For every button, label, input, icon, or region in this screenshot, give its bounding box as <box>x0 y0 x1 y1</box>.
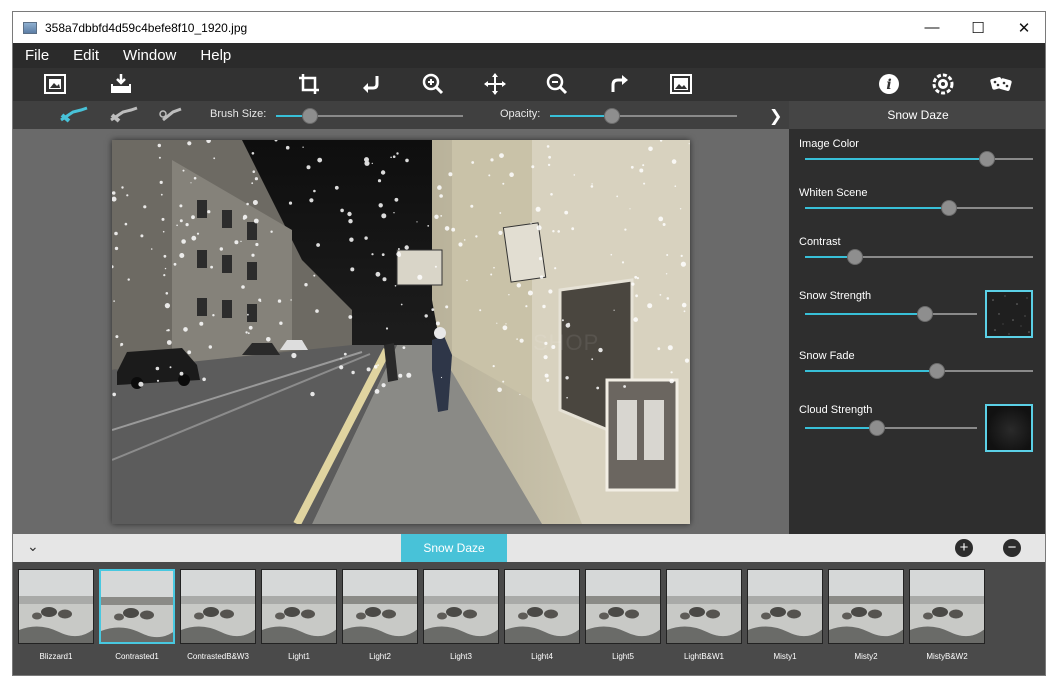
canvas-area[interactable]: SHOP <box>13 129 789 534</box>
dice-icon[interactable] <box>987 71 1015 97</box>
preset-category-tab[interactable]: Snow Daze <box>401 534 507 562</box>
preset-thumbnail[interactable] <box>18 569 94 644</box>
info-icon[interactable]: i <box>875 71 903 97</box>
preset-thumbnails: Blizzard1 Contrasted1 ContrastedB&W3 Light1… <box>13 562 1045 675</box>
preset-thumbnail[interactable] <box>585 569 661 644</box>
remove-preset-icon[interactable]: − <box>1003 539 1021 557</box>
preset-label: Misty1 <box>773 652 797 661</box>
preset-thumbnail[interactable] <box>342 569 418 644</box>
param-label: Snow Strength <box>799 290 872 302</box>
brush-erase-icon[interactable] <box>109 106 139 124</box>
slider-knob[interactable] <box>917 306 934 322</box>
slider-knob[interactable] <box>301 108 318 124</box>
param-label: Contrast <box>799 236 841 248</box>
app-icon <box>23 21 37 34</box>
adjustment-panel: Image Color Whiten Scene Contrast Snow S… <box>789 129 1045 534</box>
crop-icon[interactable] <box>295 71 323 97</box>
param-label: Cloud Strength <box>799 404 873 416</box>
open-image-icon[interactable] <box>41 71 69 97</box>
minimize-button[interactable]: — <box>909 12 955 43</box>
brush-reset-icon[interactable] <box>157 106 187 124</box>
maximize-button[interactable]: ☐ <box>955 12 1001 43</box>
slider-knob[interactable] <box>940 200 957 216</box>
preset-label: Light2 <box>369 652 391 661</box>
chevron-down-icon[interactable]: ⌄ <box>27 538 39 555</box>
fit-image-icon[interactable] <box>667 71 695 97</box>
snow-texture-swatch[interactable] <box>985 290 1033 338</box>
redo-icon[interactable] <box>605 71 633 97</box>
brush-size-slider[interactable] <box>276 108 463 124</box>
undo-icon[interactable] <box>357 71 385 97</box>
menu-file[interactable]: File <box>25 47 49 64</box>
param-label: Whiten Scene <box>799 187 868 199</box>
image-color-slider[interactable] <box>805 151 1033 167</box>
slider-knob[interactable] <box>929 363 946 379</box>
opacity-slider[interactable] <box>550 108 737 124</box>
panel-title: Snow Daze <box>789 101 1045 129</box>
close-button[interactable]: ✕ <box>1001 12 1045 43</box>
preset-thumbnail[interactable] <box>423 569 499 644</box>
preset-label: LightB&W1 <box>683 652 725 661</box>
menu-help[interactable]: Help <box>200 47 231 64</box>
preset-thumbnail[interactable] <box>666 569 742 644</box>
preset-thumbnail[interactable] <box>99 569 175 644</box>
preset-thumbnail[interactable] <box>180 569 256 644</box>
zoom-out-icon[interactable] <box>543 71 571 97</box>
zoom-in-icon[interactable] <box>419 71 447 97</box>
add-preset-icon[interactable]: + <box>955 539 973 557</box>
preset-thumbnail[interactable] <box>909 569 985 644</box>
brush-paint-icon[interactable] <box>59 106 89 124</box>
svg-text:i: i <box>886 77 891 93</box>
brush-bar: Brush Size: Opacity: ❯ <box>13 101 789 129</box>
brush-size-label: Brush Size: <box>210 108 267 120</box>
preset-label: Misty2 <box>854 652 878 661</box>
preset-label: Contrasted1 <box>115 652 159 661</box>
preset-label: MistyB&W2 <box>926 652 968 661</box>
param-label: Snow Fade <box>799 350 855 362</box>
title-bar: 358a7dbbfd4d59c4befe8f10_1920.jpg — ☐ ✕ <box>13 12 1045 43</box>
preset-label: ContrastedB&W3 <box>187 652 249 661</box>
slider-knob[interactable] <box>847 249 864 265</box>
chevron-right-icon[interactable]: ❯ <box>769 106 782 126</box>
snow-strength-slider[interactable] <box>805 306 977 322</box>
toolbar: i <box>13 68 1045 101</box>
slider-knob[interactable] <box>603 108 620 124</box>
preset-label: Light3 <box>450 652 472 661</box>
preset-label: Light5 <box>612 652 634 661</box>
slider-knob[interactable] <box>869 420 886 436</box>
watermark: SHOP <box>533 330 600 355</box>
save-icon[interactable] <box>107 71 135 97</box>
preset-label: Light4 <box>531 652 553 661</box>
snow-fade-slider[interactable] <box>805 363 1033 379</box>
preset-thumbnail[interactable] <box>261 569 337 644</box>
opacity-label: Opacity: <box>500 108 541 120</box>
preset-thumbnail[interactable] <box>504 569 580 644</box>
preset-label: Light1 <box>288 652 310 661</box>
whiten-scene-slider[interactable] <box>805 200 1033 216</box>
menu-edit[interactable]: Edit <box>73 47 99 64</box>
menu-window[interactable]: Window <box>123 47 176 64</box>
preset-thumbnail[interactable] <box>828 569 904 644</box>
cloud-strength-slider[interactable] <box>805 420 977 436</box>
move-icon[interactable] <box>481 71 509 97</box>
contrast-slider[interactable] <box>805 249 1033 265</box>
param-label: Image Color <box>799 138 859 150</box>
window-title: 358a7dbbfd4d59c4befe8f10_1920.jpg <box>45 20 248 35</box>
edited-photo[interactable] <box>112 140 690 524</box>
settings-icon[interactable] <box>929 71 957 97</box>
app-window: 358a7dbbfd4d59c4befe8f10_1920.jpg — ☐ ✕ … <box>12 11 1046 676</box>
menu-bar: File Edit Window Help <box>13 43 1045 68</box>
slider-knob[interactable] <box>979 151 996 167</box>
preset-thumbnail[interactable] <box>747 569 823 644</box>
preset-label: Blizzard1 <box>39 652 73 661</box>
cloud-texture-swatch[interactable] <box>985 404 1033 452</box>
preset-bar: ⌄ Snow Daze + − <box>13 534 1045 562</box>
